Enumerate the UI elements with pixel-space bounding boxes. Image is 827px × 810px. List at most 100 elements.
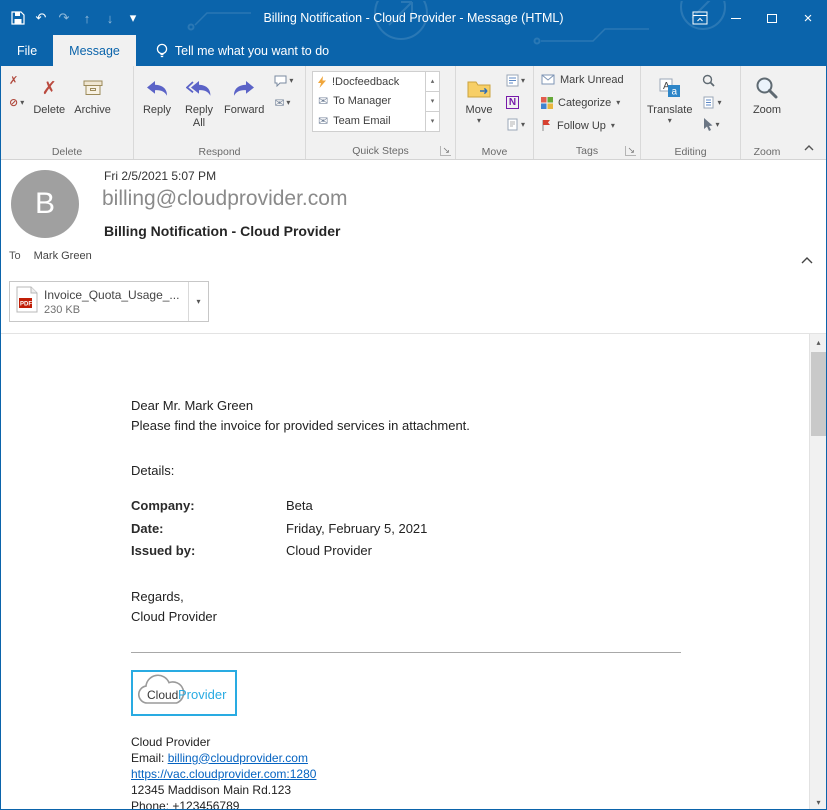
window-chrome: ↶ ↷ ↑ ↓ ▾ Billing Notification - Cloud P… <box>1 1 826 66</box>
quick-step-team-email[interactable]: ✉ Team Email <box>313 111 425 131</box>
move-folder-icon <box>467 72 491 104</box>
onenote-button[interactable]: N <box>504 93 527 112</box>
email-content: Dear Mr. Mark Green Please find the invo… <box>1 334 809 810</box>
close-button[interactable]: × <box>790 4 826 32</box>
quick-steps-more[interactable]: ▾ <box>426 110 439 131</box>
quick-steps-scroll-down[interactable]: ▾ <box>426 90 439 111</box>
collapse-header-button[interactable] <box>800 252 814 270</box>
detail-label: Issued by: <box>131 543 196 558</box>
tellme-box[interactable]: Tell me what you want to do <box>148 35 337 66</box>
details-label: Details: <box>131 463 175 478</box>
quick-step-docfeedback[interactable]: !Docfeedback <box>313 72 425 92</box>
delete-label: Delete <box>33 104 66 116</box>
archive-button[interactable]: Archive <box>70 68 115 144</box>
attachment-card[interactable]: PDF Invoice_Quota_Usage_... 230 KB ▾ <box>9 281 209 322</box>
related-button[interactable]: ▾ <box>700 93 723 112</box>
previous-item-icon[interactable]: ↑ <box>77 7 97 29</box>
logo-word-provider: Provider <box>178 687 227 702</box>
pdf-icon: PDF <box>10 286 44 318</box>
delete-button[interactable]: ✗ Delete <box>28 68 70 144</box>
footer-company: Cloud Provider <box>131 734 211 749</box>
lightning-icon <box>318 75 326 88</box>
detail-value: Cloud Provider <box>286 543 372 558</box>
im-button[interactable]: ▾ <box>272 71 295 90</box>
detail-row-company: Company: Beta <box>131 495 809 518</box>
reply-all-button[interactable]: Reply All <box>178 68 220 144</box>
collapse-ribbon-button[interactable] <box>800 141 818 155</box>
find-button[interactable] <box>700 71 723 90</box>
titlebar: ↶ ↷ ↑ ↓ ▾ Billing Notification - Cloud P… <box>1 1 826 35</box>
move-dropdown-icon: ▾ <box>476 115 481 125</box>
recipient-name[interactable]: Mark Green <box>34 250 92 262</box>
footer-email-line: Email: billing@cloudprovider.com <box>131 750 809 766</box>
minimize-button[interactable] <box>718 4 754 32</box>
translate-dropdown-icon: ▾ <box>667 115 672 125</box>
ignore-icon: ✗ <box>9 75 19 87</box>
sender-avatar[interactable]: B <box>11 170 79 238</box>
signature-line: Cloud Provider <box>131 608 217 624</box>
detail-value: Friday, February 5, 2021 <box>286 520 428 536</box>
tab-message[interactable]: Message <box>53 35 136 66</box>
actions-button[interactable]: ▾ <box>504 115 527 134</box>
rules-button[interactable]: ▾ <box>504 71 527 90</box>
tags-dialog-launcher[interactable]: ↘ <box>625 146 636 156</box>
maximize-button[interactable] <box>754 4 790 32</box>
footer-url-link[interactable]: https://vac.cloudprovider.com:1280 <box>131 767 316 781</box>
next-item-icon[interactable]: ↓ <box>100 7 120 29</box>
ribbon-group-delete: ✗ ⊘ ▾ ✗ Delete Archive Delete <box>1 66 134 159</box>
junk-button[interactable]: ⊘ ▾ <box>7 93 26 112</box>
select-button[interactable]: ▾ <box>700 115 723 134</box>
attachment-dropdown-button[interactable]: ▾ <box>188 282 208 321</box>
redo-icon[interactable]: ↷ <box>54 7 74 29</box>
categorize-label: Categorize <box>558 96 612 109</box>
footer-email-link[interactable]: billing@cloudprovider.com <box>168 751 308 765</box>
forward-button[interactable]: Forward <box>220 68 268 144</box>
footer-email-label: Email: <box>131 750 168 765</box>
signature-footer: Cloud Provider Email: billing@cloudprovi… <box>131 734 809 810</box>
ignore-button[interactable]: ✗ <box>7 71 26 90</box>
ribbon-group-quicksteps: !Docfeedback ✉ To Manager ✉ Team Email ▴ <box>306 66 456 159</box>
actions-dropdown-icon: ▾ <box>521 119 526 129</box>
translate-label: Translate <box>647 104 693 116</box>
window-controls: × <box>682 4 826 32</box>
move-button[interactable]: Move ▾ <box>458 68 500 144</box>
reply-all-icon <box>186 72 212 104</box>
scroll-down-arrow[interactable]: ▾ <box>810 794 826 809</box>
reply-button[interactable]: Reply <box>136 68 178 144</box>
tab-file[interactable]: File <box>1 35 53 66</box>
related-icon <box>703 96 714 109</box>
message-subject: Billing Notification - Cloud Provider <box>104 223 341 239</box>
more-respond-button[interactable]: ✉ ▾ <box>272 93 295 112</box>
regards-line: Regards, <box>131 588 184 604</box>
categorize-button[interactable]: Categorize ▾ <box>536 91 638 114</box>
vertical-scrollbar[interactable]: ▴ ▾ <box>809 334 826 809</box>
sender-address[interactable]: billing@cloudprovider.com <box>102 187 347 211</box>
svg-text:a: a <box>671 87 677 98</box>
customize-qat-icon[interactable]: ▾ <box>123 7 143 29</box>
intro-line: Please find the invoice for provided ser… <box>131 418 470 433</box>
minimize-icon <box>731 17 741 19</box>
save-icon[interactable] <box>8 7 28 29</box>
group-label-editing: Editing <box>674 145 707 158</box>
quick-step-to-manager[interactable]: ✉ To Manager <box>313 92 425 112</box>
find-icon <box>703 74 716 87</box>
mark-unread-button[interactable]: Mark Unread <box>536 68 638 91</box>
im-dropdown-icon: ▾ <box>289 75 294 85</box>
envelope-icon: ✉ <box>318 113 329 128</box>
quicksteps-dialog-launcher[interactable]: ↘ <box>440 146 451 156</box>
scrollbar-thumb[interactable] <box>811 352 826 436</box>
undo-icon[interactable]: ↶ <box>31 7 51 29</box>
to-label: To <box>9 250 21 262</box>
scroll-up-arrow[interactable]: ▴ <box>810 334 826 351</box>
follow-up-button[interactable]: Follow Up ▾ <box>536 114 638 137</box>
translate-button[interactable]: Aa Translate ▾ <box>643 68 696 144</box>
junk-icon: ⊘ <box>9 97 19 109</box>
quick-steps-gallery: !Docfeedback ✉ To Manager ✉ Team Email ▴ <box>312 71 440 132</box>
quick-steps-scroll-up[interactable]: ▴ <box>426 72 439 91</box>
archive-icon <box>82 72 104 104</box>
select-pointer-icon <box>704 118 713 131</box>
cloud-provider-logo: Cloud Provider <box>131 669 237 716</box>
zoom-button[interactable]: Zoom <box>746 68 788 144</box>
ribbon-display-options-button[interactable] <box>682 4 718 32</box>
signature-divider <box>131 651 681 653</box>
